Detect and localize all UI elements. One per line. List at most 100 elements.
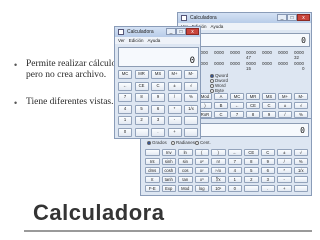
calc-key[interactable]: MR (134, 70, 149, 79)
calc-key[interactable]: 1/x (293, 167, 308, 174)
calc-key[interactable]: M+ (278, 93, 292, 100)
calc-key[interactable]: 4 (227, 167, 242, 174)
calc-key[interactable]: MS (151, 70, 165, 79)
calc-key[interactable]: ʸ√x (211, 167, 226, 174)
calc-key[interactable]: 6 (260, 167, 275, 174)
calc-key[interactable]: 9 (262, 111, 276, 118)
calc-key[interactable]: 8 (244, 158, 259, 165)
calc-key[interactable]: Int (145, 158, 160, 165)
calc-key[interactable]: ( (194, 149, 209, 156)
calc-key[interactable]: 4 (118, 104, 132, 114)
angle-option[interactable]: Grados (147, 140, 167, 145)
calc-key[interactable]: xʸ (194, 167, 209, 174)
close-button[interactable]: x (297, 14, 310, 21)
calc-key[interactable] (184, 127, 198, 137)
calc-key[interactable]: √ (294, 102, 308, 109)
calc-key[interactable]: ← (118, 81, 132, 91)
calc-key[interactable]: 2 (244, 176, 259, 183)
calc-key[interactable]: M- (184, 70, 198, 79)
calc-key[interactable]: log (194, 185, 209, 192)
calc-key[interactable]: ± (277, 149, 292, 156)
calc-key[interactable]: 5 (244, 167, 259, 174)
calc-key[interactable]: 9 (260, 158, 275, 165)
calc-key[interactable]: ) (211, 149, 226, 156)
calc-key[interactable]: ← (227, 149, 242, 156)
calc-key[interactable]: Exp (161, 185, 176, 192)
calc-key[interactable]: C (151, 81, 165, 91)
calc-key[interactable]: MR (246, 93, 260, 100)
menu-item[interactable]: Ayuda (211, 24, 224, 29)
calc-key[interactable] (293, 176, 308, 183)
calc-key[interactable]: / (277, 158, 292, 165)
calc-key[interactable]: cosh (161, 167, 176, 174)
calc-key[interactable] (184, 116, 198, 125)
calc-key[interactable]: B (214, 102, 228, 109)
calc-key[interactable] (293, 185, 308, 192)
calc-key[interactable]: 9 (151, 93, 165, 102)
maximize-button[interactable]: □ (287, 14, 297, 21)
calc-key[interactable]: tanh (161, 176, 176, 183)
calc-key[interactable]: 1/x (184, 104, 198, 114)
calc-key[interactable]: F-E (145, 185, 160, 192)
calc-key[interactable] (134, 127, 149, 137)
calc-key[interactable]: C (260, 149, 275, 156)
calc-key[interactable]: . (151, 127, 165, 137)
calc-key[interactable]: C (262, 102, 276, 109)
calc-key[interactable]: ln (178, 149, 193, 156)
calc-key[interactable]: - (277, 176, 292, 183)
calc-key[interactable]: 8 (134, 93, 149, 102)
calc-key[interactable]: Inv (161, 149, 176, 156)
calc-key[interactable]: 7 (227, 158, 242, 165)
calc-key[interactable]: 1 (227, 176, 242, 183)
calc-key[interactable]: √ (184, 81, 198, 91)
calc-key[interactable]: 3 (260, 176, 275, 183)
angle-option[interactable]: Radianes (171, 140, 195, 145)
calc-key[interactable]: 6 (151, 104, 165, 114)
calc-key[interactable]: Mod (178, 185, 193, 192)
angle-option[interactable]: Cent. (195, 140, 211, 145)
calc-key[interactable]: MC (118, 70, 132, 79)
calc-key[interactable]: x² (194, 158, 209, 165)
calc-key[interactable]: C (214, 111, 228, 118)
calc-key[interactable]: ← (230, 102, 244, 109)
menu-item[interactable]: Edición (129, 38, 144, 43)
calc-key[interactable]: 7 (230, 111, 244, 118)
calc-key[interactable]: 0 (227, 185, 242, 192)
calc-key[interactable]: dms (145, 167, 160, 174)
calc-key[interactable]: * (167, 104, 182, 114)
calc-key[interactable]: % (293, 158, 308, 165)
calc-key[interactable]: ± (278, 102, 292, 109)
calc-key[interactable]: % (294, 111, 308, 118)
calc-key[interactable]: CE (244, 149, 259, 156)
calc-key[interactable]: + (167, 127, 182, 137)
calc-key[interactable] (244, 185, 259, 192)
minimize-button[interactable]: _ (166, 28, 176, 35)
calc-key[interactable]: cos (178, 167, 193, 174)
calc-key[interactable]: / (167, 93, 182, 102)
calc-key[interactable]: π (145, 176, 160, 183)
calc-key[interactable]: % (184, 93, 198, 102)
calc-key[interactable]: 1 (118, 116, 132, 125)
calc-key[interactable]: 10ˣ (211, 185, 226, 192)
calc-key[interactable]: MC (230, 93, 244, 100)
calc-key[interactable]: M- (294, 93, 308, 100)
calc-key[interactable]: ∛x (211, 176, 226, 183)
calc-key[interactable]: + (277, 185, 292, 192)
calc-key[interactable]: sinh (161, 158, 176, 165)
calc-key[interactable]: A (214, 93, 228, 100)
calc-key[interactable]: 7 (118, 93, 132, 102)
calc-key[interactable]: * (277, 167, 292, 174)
calc-key[interactable]: M+ (167, 70, 182, 79)
calc-key[interactable]: sin (178, 158, 193, 165)
calc-key[interactable]: n! (211, 158, 226, 165)
calc-key[interactable] (145, 149, 160, 156)
calc-key[interactable]: CE (134, 81, 149, 91)
calc-key[interactable]: - (167, 116, 182, 125)
calc-key[interactable]: 2 (134, 116, 149, 125)
calc-key[interactable]: MS (262, 93, 276, 100)
calc-key[interactable]: 8 (246, 111, 260, 118)
calc-key[interactable]: √ (293, 149, 308, 156)
menu-item[interactable]: Ayuda (148, 38, 161, 43)
close-button[interactable]: x (186, 28, 199, 35)
calc-key[interactable]: / (278, 111, 292, 118)
